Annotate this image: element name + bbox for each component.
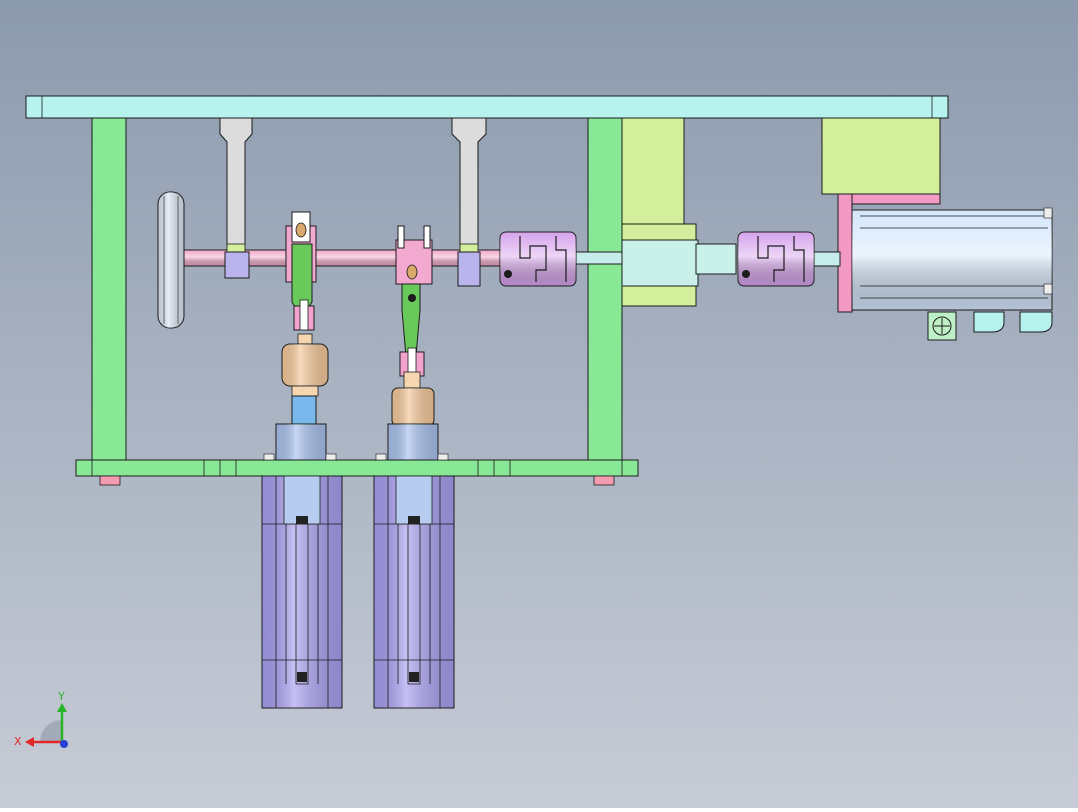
coupling-right (737, 231, 815, 287)
cylinder-head-left (275, 423, 327, 463)
triad-y-label: Y (57, 690, 65, 703)
cylinder-head-middle (387, 423, 439, 463)
connector-tab-right (1019, 311, 1053, 333)
piston-rod-left (291, 395, 317, 427)
top-plate (25, 95, 949, 119)
flywheel (157, 191, 185, 329)
left-column (91, 117, 127, 463)
connector-tab-left (973, 311, 1005, 333)
cylinder-body-left (261, 475, 343, 709)
connecting-rod-left (291, 243, 315, 331)
coupling-left (499, 231, 577, 287)
triad-z-axis (60, 740, 68, 748)
cad-viewport[interactable]: Y X (0, 0, 1078, 808)
servo-motor (851, 207, 1053, 311)
mechanism-assembly-drawing: Y X (0, 0, 1078, 808)
ground-symbol-icon (927, 311, 957, 341)
right-column (587, 117, 623, 463)
cylinder-body-middle (373, 475, 455, 709)
triad-x-label: X (14, 735, 22, 748)
